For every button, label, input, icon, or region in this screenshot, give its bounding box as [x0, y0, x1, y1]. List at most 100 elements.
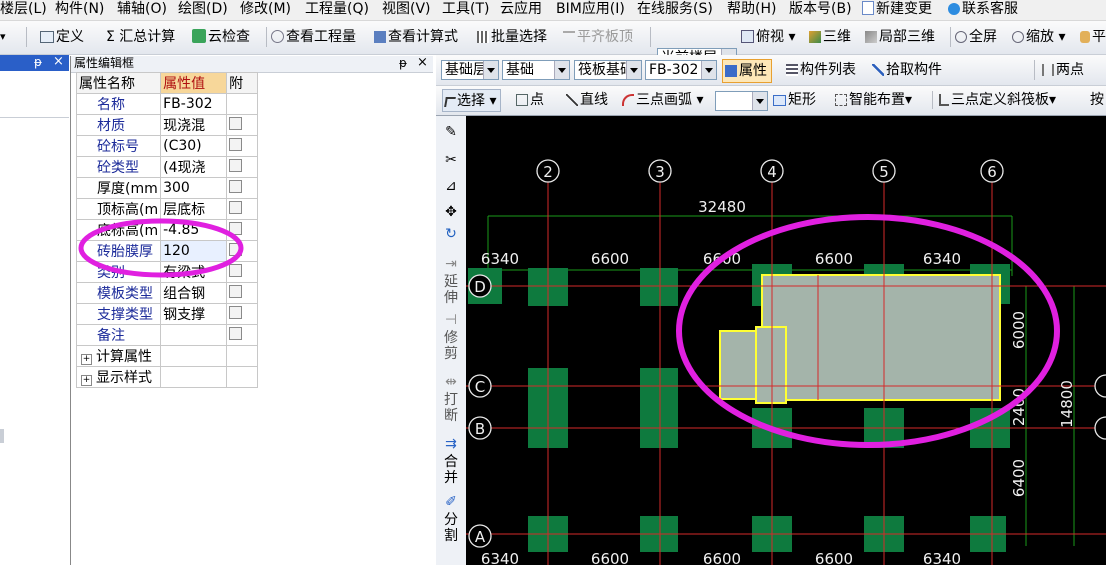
toolbar-dropdown-arrow[interactable]: ▾	[0, 26, 6, 48]
menu-cloud[interactable]: 云应用	[500, 0, 542, 20]
property-value[interactable]: 现浇混	[160, 114, 228, 136]
top-view-button[interactable]: 俯视 ▾	[741, 26, 795, 48]
chevron-down-icon[interactable]	[483, 61, 498, 79]
merge-icon[interactable]: ⇉	[436, 436, 466, 452]
pin-icon[interactable]: ᵽ	[399, 56, 407, 71]
menu-draw[interactable]: 绘图(D)	[178, 0, 228, 20]
attach-checkbox[interactable]	[229, 306, 243, 319]
property-value[interactable]: 钢支撑	[160, 303, 228, 325]
define-button[interactable]: 定义	[40, 26, 84, 48]
chevron-down-icon[interactable]	[554, 61, 569, 79]
brush-icon[interactable]: ✎	[436, 124, 466, 140]
two-points-button[interactable]: 两点	[1042, 59, 1084, 81]
break-icon[interactable]: ⇹	[436, 374, 466, 390]
attach-checkbox[interactable]	[229, 201, 243, 214]
property-value[interactable]: (C30)	[160, 135, 228, 157]
slab-main[interactable]	[761, 274, 1001, 401]
close-icon[interactable]: ×	[417, 55, 428, 70]
property-value[interactable]: (4现浇	[160, 156, 228, 178]
pan-button[interactable]: 平	[1080, 26, 1106, 48]
chevron-down-icon[interactable]	[752, 92, 767, 110]
batch-select-button[interactable]: 批量选择	[477, 26, 547, 48]
local-3d-button[interactable]: 局部三维	[865, 26, 935, 48]
cloud-check-button[interactable]: 云检查	[192, 26, 250, 48]
properties-button[interactable]: 属性	[722, 59, 772, 83]
menu-axis[interactable]: 辅轴(O)	[117, 0, 167, 20]
axis-bubble-C-right[interactable]	[1094, 374, 1106, 398]
view-quantity-button[interactable]: 查看工程量	[271, 26, 356, 48]
move-icon[interactable]: ✥	[436, 204, 466, 220]
dimension-value: 6340	[923, 550, 961, 565]
property-value[interactable]: 组合钢	[160, 282, 228, 304]
property-value[interactable]	[160, 324, 228, 346]
component-list-button[interactable]: 构件列表	[786, 59, 856, 81]
menu-modify[interactable]: 修改(M)	[240, 0, 291, 20]
merge-button[interactable]: 合并	[436, 454, 466, 486]
trim-icon[interactable]: ⊣	[436, 312, 466, 328]
chevron-down-icon[interactable]	[626, 61, 641, 79]
align-slab-top-button[interactable]: 平齐板顶	[563, 26, 633, 48]
view-formula-button[interactable]: 查看计算式	[374, 26, 458, 48]
component-select[interactable]: FB-302	[645, 60, 717, 80]
by-button[interactable]: 按	[1090, 89, 1104, 111]
close-icon[interactable]: ×	[53, 54, 64, 69]
summary-calc-button[interactable]: Σ 汇总计算	[106, 26, 175, 48]
property-value[interactable]: 300	[160, 177, 228, 199]
expand-icon[interactable]: +	[81, 354, 92, 365]
attach-checkbox[interactable]	[229, 285, 243, 298]
floor-select[interactable]: 基础层	[441, 60, 499, 80]
menu-new-change[interactable]: 新建变更	[862, 0, 932, 20]
menu-quantity[interactable]: 工程量(Q)	[305, 0, 369, 20]
split-icon[interactable]: ✐	[436, 494, 466, 510]
attach-checkbox[interactable]	[229, 180, 243, 193]
expand-icon[interactable]: +	[81, 375, 92, 386]
split-button[interactable]: 分割	[436, 512, 466, 544]
smart-layout-button[interactable]: 智能布置▾	[835, 89, 912, 111]
scissors-icon[interactable]: ✂	[436, 152, 466, 168]
three-point-arc-button[interactable]: 三点画弧 ▾	[622, 89, 703, 111]
3d-button[interactable]: 三维	[809, 26, 851, 48]
menu-version[interactable]: 版本号(B)	[789, 0, 852, 20]
extend-icon[interactable]: ⇥	[436, 256, 466, 272]
raft-slab[interactable]	[719, 274, 1001, 404]
mirror-icon[interactable]: ⊿	[436, 178, 466, 194]
select-button[interactable]: 选择 ▾	[442, 89, 502, 112]
cad-drawing-canvas[interactable]: 2 3 4 5 6 D C B A 32480 6340 6600 6600 6…	[466, 116, 1106, 565]
menu-online[interactable]: 在线服务(S)	[637, 0, 713, 20]
type-select[interactable]: 筏板基础	[574, 60, 642, 80]
slab-extension[interactable]	[755, 326, 787, 404]
line-button[interactable]: 直线	[566, 89, 608, 111]
zoom-button[interactable]: 缩放 ▾	[1012, 26, 1065, 48]
break-button[interactable]: 打断	[436, 392, 466, 424]
menu-help[interactable]: 帮助(H)	[727, 0, 776, 20]
attach-checkbox[interactable]	[229, 159, 243, 172]
chevron-down-icon[interactable]	[701, 61, 716, 79]
slab-extension[interactable]	[719, 330, 761, 400]
pick-component-button[interactable]: 拾取构件	[872, 59, 942, 81]
extend-button[interactable]: 延伸	[436, 274, 466, 306]
rotate-icon[interactable]: ↻	[436, 226, 466, 242]
sloped-slab-button[interactable]: 三点定义斜筏板▾	[939, 89, 1056, 111]
trim-button[interactable]: 修剪	[436, 330, 466, 362]
menu-bim[interactable]: BIM应用(I)	[556, 0, 625, 20]
group-row[interactable]: + 显示样式	[75, 366, 259, 388]
menu-contact[interactable]: 联系客服	[948, 0, 1018, 20]
attach-checkbox[interactable]	[229, 138, 243, 151]
fullscreen-button[interactable]: 全屏	[955, 26, 997, 48]
arc-mode-select[interactable]	[715, 91, 768, 111]
menu-component[interactable]: 构件(N)	[55, 0, 104, 20]
attach-checkbox[interactable]	[229, 327, 243, 340]
pin-icon[interactable]: ᵽ	[34, 55, 42, 69]
group-row[interactable]: + 计算属性	[75, 345, 259, 367]
category-select[interactable]: 基础	[502, 60, 570, 80]
column[interactable]	[640, 368, 678, 408]
menu-tools[interactable]: 工具(T)	[442, 0, 489, 20]
attach-checkbox[interactable]	[229, 117, 243, 130]
menu-view[interactable]: 视图(V)	[382, 0, 431, 20]
point-button[interactable]: 点	[516, 89, 544, 111]
menu-floor[interactable]: 楼层(L)	[0, 0, 47, 20]
rectangle-button[interactable]: 矩形	[773, 89, 816, 111]
property-value[interactable]: FB-302	[160, 93, 228, 115]
column[interactable]	[640, 268, 678, 306]
axis-bubble-B-right[interactable]	[1094, 416, 1106, 440]
